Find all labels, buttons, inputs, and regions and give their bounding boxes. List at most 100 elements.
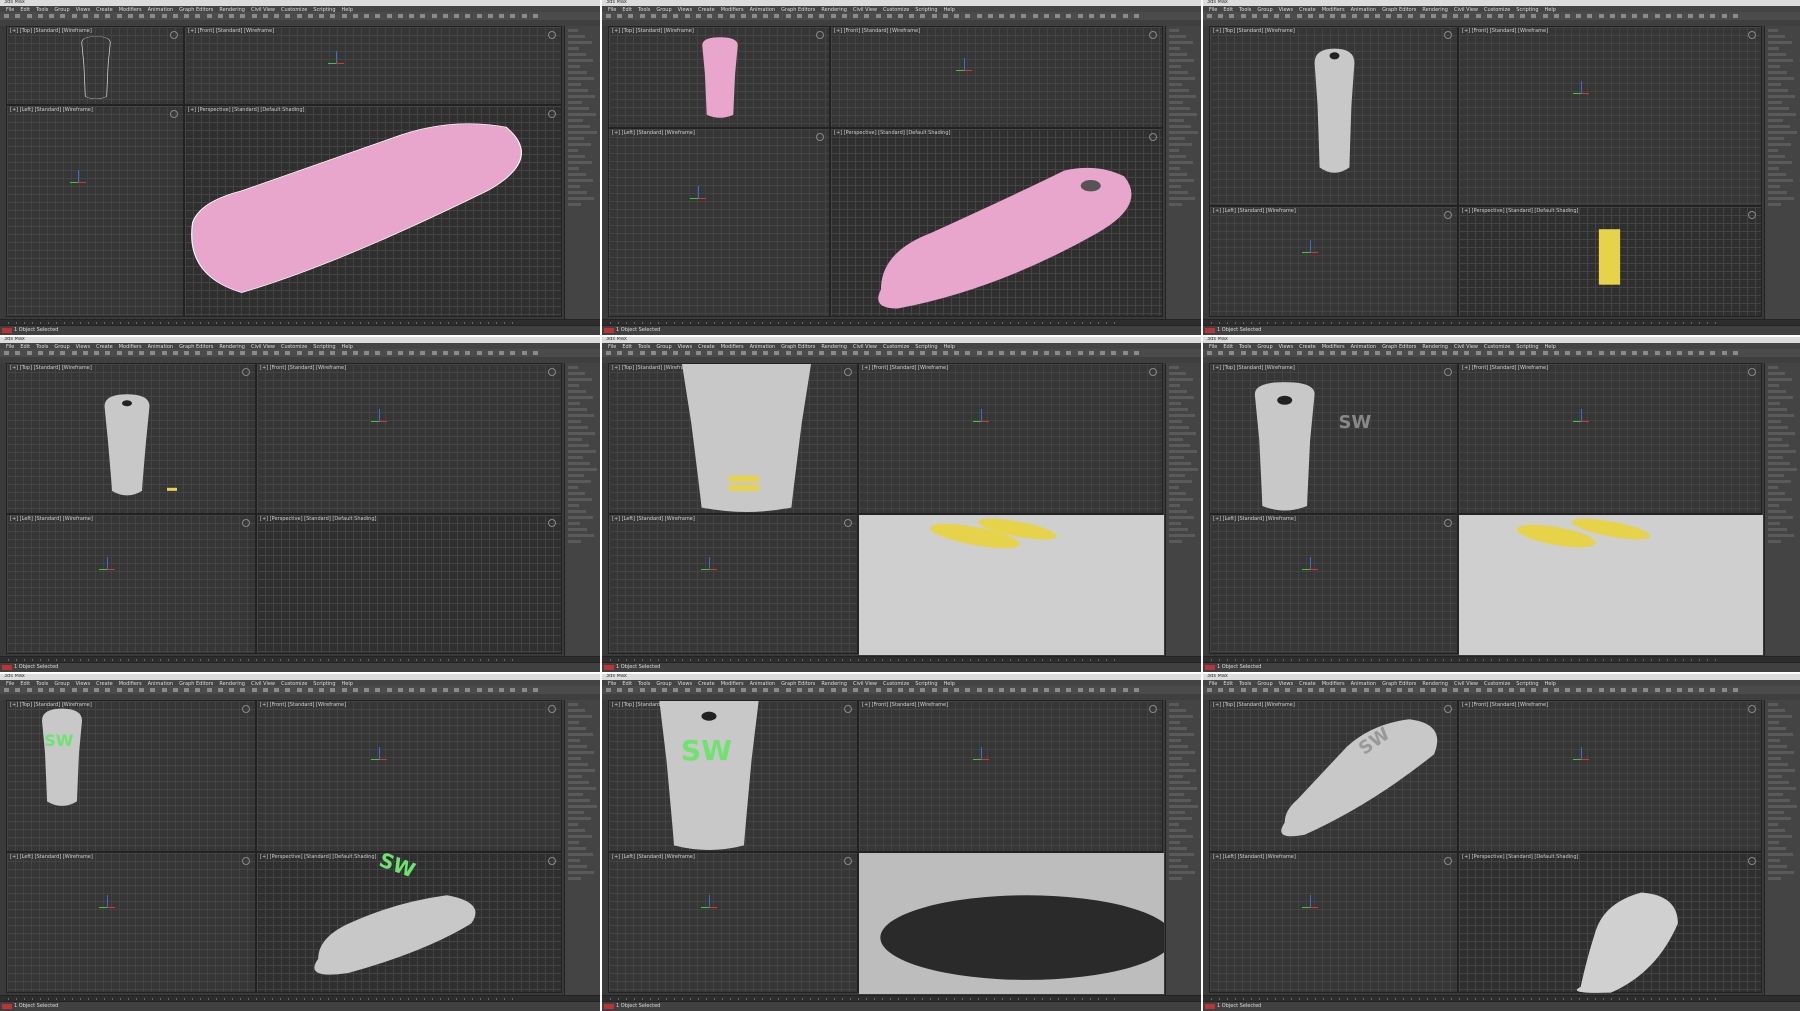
toolbar-button[interactable] [431, 688, 437, 692]
toolbar-button[interactable] [1318, 688, 1324, 692]
command-panel-row[interactable] [568, 709, 585, 712]
toolbar-button[interactable] [662, 688, 668, 692]
command-panel-row[interactable] [1169, 871, 1195, 874]
command-panel-row[interactable] [1768, 865, 1787, 868]
toolbar-button[interactable] [1699, 688, 1705, 692]
command-panel-row[interactable] [1169, 504, 1180, 507]
viewport-top[interactable]: [+] [Top] [Standard] [Wireframe] [6, 26, 184, 105]
toolbar-button[interactable] [532, 14, 538, 18]
viewport-perspective[interactable]: [+] [Perspective] [Standard] [Default Sh… [256, 847, 562, 993]
toolbar-button[interactable] [1122, 688, 1128, 692]
toolbar-button[interactable] [853, 351, 859, 355]
toolbar-button[interactable] [240, 688, 246, 692]
toolbar-button[interactable] [195, 351, 201, 355]
toolbar-button[interactable] [841, 351, 847, 355]
button-detail[interactable] [729, 475, 759, 482]
toolbar-button[interactable] [1207, 14, 1212, 18]
command-panel-row[interactable] [1169, 167, 1180, 170]
command-panel-row[interactable] [1768, 462, 1790, 465]
toolbar-button[interactable] [420, 351, 426, 355]
toolbar-button[interactable] [465, 14, 471, 18]
command-panel-row[interactable] [1768, 113, 1796, 116]
command-panel-row[interactable] [1169, 161, 1193, 164]
toolbar-button[interactable] [521, 14, 527, 18]
command-panel-row[interactable] [1169, 71, 1188, 74]
viewport-perspective[interactable]: [+] [Perspective] [Standard] [Default Sh… [830, 128, 1163, 317]
toolbar-button[interactable] [740, 14, 746, 18]
maxscript-listener[interactable] [1205, 665, 1215, 670]
command-panel-row[interactable] [1768, 727, 1786, 730]
command-panel-row[interactable] [568, 721, 579, 724]
toolbar-button[interactable] [999, 351, 1005, 355]
command-panel-row[interactable] [1768, 456, 1783, 459]
toolbar-button[interactable] [864, 351, 870, 355]
toolbar-button[interactable] [1133, 351, 1139, 355]
command-panel-row[interactable] [568, 811, 584, 814]
viewcube-icon[interactable] [844, 519, 852, 527]
viewcube-icon[interactable] [242, 519, 250, 527]
toolbar-button[interactable] [1318, 351, 1324, 355]
toolbar-button[interactable] [1229, 14, 1235, 18]
command-panel-row[interactable] [1768, 805, 1797, 808]
toolbar-button[interactable] [1710, 688, 1716, 692]
command-panel-row[interactable] [568, 540, 581, 543]
viewcube-icon[interactable] [816, 133, 824, 141]
toolbar-button[interactable] [987, 688, 993, 692]
toolbar-button[interactable] [1699, 14, 1705, 18]
command-panel-row[interactable] [568, 426, 588, 429]
command-panel-row[interactable] [568, 703, 578, 706]
toolbar-button[interactable] [71, 688, 77, 692]
toolbar-button[interactable] [487, 688, 493, 692]
toolbar-button[interactable] [1497, 14, 1503, 18]
command-panel-row[interactable] [1169, 89, 1189, 92]
viewport-left[interactable]: [+] [Left] [Standard] [Wireframe] [6, 514, 256, 654]
toolbar-button[interactable] [442, 351, 448, 355]
viewcube-icon[interactable] [548, 368, 556, 376]
toolbar-button[interactable] [965, 14, 971, 18]
command-panel-row[interactable] [1169, 733, 1194, 736]
toolbar-button[interactable] [352, 14, 358, 18]
toolbar-button[interactable] [1122, 14, 1128, 18]
toolbar-button[interactable] [465, 688, 471, 692]
command-panel-row[interactable] [568, 498, 592, 501]
maxscript-listener[interactable] [604, 328, 614, 333]
toolbar-button[interactable] [1531, 351, 1537, 355]
toolbar-button[interactable] [499, 351, 504, 355]
toolbar-button[interactable] [639, 14, 645, 18]
toolbar-button[interactable] [1251, 351, 1257, 355]
viewcube-icon[interactable] [1149, 705, 1157, 713]
command-panel-row[interactable] [1768, 95, 1795, 98]
viewport-label[interactable]: [+] [Left] [Standard] [Wireframe] [1213, 854, 1296, 860]
toolbar-button[interactable] [1721, 14, 1727, 18]
toolbar-button[interactable] [1240, 351, 1246, 355]
viewport-front[interactable]: [+] [Front] [Standard] [Wireframe] [858, 700, 1163, 852]
toolbar-button[interactable] [1542, 14, 1548, 18]
toolbar-button[interactable] [184, 688, 189, 692]
viewport-left[interactable]: [+] [Left] [Standard] [Wireframe] [608, 128, 830, 317]
toolbar-button[interactable] [976, 14, 982, 18]
command-panel-row[interactable] [1169, 739, 1181, 742]
toolbar-button[interactable] [364, 351, 369, 355]
command-panel-row[interactable] [568, 77, 594, 80]
viewcube-icon[interactable] [1149, 31, 1157, 39]
toolbar-button[interactable] [476, 14, 482, 18]
key-fob-perspective-model[interactable] [314, 895, 476, 975]
command-panel-row[interactable] [1169, 65, 1181, 68]
toolbar-button[interactable] [161, 14, 167, 18]
command-panel-row[interactable] [1768, 155, 1785, 158]
toolbar-button[interactable] [707, 688, 713, 692]
toolbar-button[interactable] [1240, 14, 1246, 18]
command-panel-row[interactable] [568, 125, 590, 128]
keyring-hole[interactable] [1329, 52, 1340, 60]
toolbar-button[interactable] [1374, 14, 1380, 18]
command-panel-row[interactable] [1169, 793, 1184, 796]
maxscript-listener[interactable] [2, 1004, 12, 1009]
toolbar-button[interactable] [1386, 351, 1391, 355]
command-panel-row[interactable] [1768, 125, 1790, 128]
toolbar-button[interactable] [1077, 688, 1083, 692]
toolbar-button[interactable] [606, 351, 611, 355]
toolbar-button[interactable] [499, 688, 504, 692]
toolbar-button[interactable] [1576, 351, 1582, 355]
toolbar-button[interactable] [886, 14, 892, 18]
toolbar-button[interactable] [763, 351, 769, 355]
